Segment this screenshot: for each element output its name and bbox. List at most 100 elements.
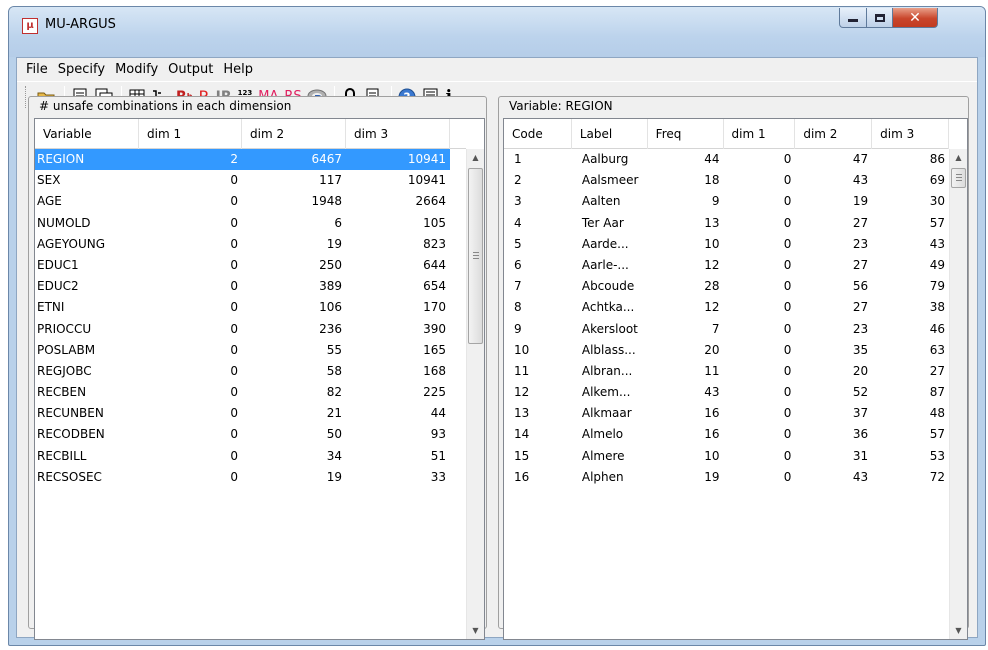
column-header-dim1[interactable]: dim 1 [724, 119, 796, 149]
dim2-cell: 37 [852, 406, 869, 421]
dim2-cell: 27 [852, 215, 869, 230]
menu-specify[interactable]: Specify [53, 62, 110, 77]
variable-name-cell: RECUNBEN [37, 406, 104, 421]
region-codes-table[interactable]: Code Label Freq dim 1 dim 2 dim 3 1 Aalbu… [503, 118, 968, 640]
table-row[interactable]: 2 Aalsmeer 18 0 43 69 [504, 170, 949, 191]
table-row[interactable]: POSLABM 0 55 165 [35, 340, 466, 361]
variable-name-cell: NUMOLD [37, 215, 91, 230]
dim3-cell: 79 [929, 279, 946, 294]
label-cell: Aalten [581, 194, 621, 209]
table-row[interactable]: EDUC1 0 250 644 [35, 255, 466, 276]
label-cell: Almere [581, 448, 625, 463]
dim3-cell: 43 [929, 236, 946, 251]
table-row[interactable]: 1 Aalburg 44 0 47 86 [504, 149, 949, 170]
table-row[interactable]: REGION 2 6467 10941 [35, 149, 466, 171]
dim1-cell: 0 [230, 385, 238, 400]
scroll-up-arrow-icon[interactable]: ▲ [467, 149, 484, 166]
column-header-variable[interactable]: Variable [35, 119, 139, 149]
table-row[interactable]: 5 Aarde... 10 0 23 43 [504, 234, 949, 255]
label-cell: Achtka... [581, 300, 635, 315]
label-cell: Aarle-... [581, 257, 629, 272]
table-row[interactable]: NUMOLD 0 6 105 [35, 213, 466, 234]
dim2-cell: 389 [319, 279, 342, 294]
dim3-cell: 44 [430, 406, 446, 421]
scroll-thumb[interactable] [951, 168, 966, 188]
right-vertical-scrollbar[interactable]: ▲ ▼ [949, 149, 967, 639]
table-row[interactable]: 16 Alphen 19 0 43 72 [504, 467, 949, 488]
column-header-dim1[interactable]: dim 1 [139, 119, 242, 149]
menu-file[interactable]: File [21, 62, 53, 77]
table-row[interactable]: 3 Aalten 9 0 19 30 [504, 191, 949, 212]
minimize-button[interactable] [839, 8, 867, 28]
table-row[interactable]: AGEYOUNG 0 19 823 [35, 234, 466, 255]
code-cell: 9 [514, 321, 522, 336]
table-row[interactable]: 7 Abcoude 28 0 56 79 [504, 276, 949, 297]
table-row[interactable]: 13 Alkmaar 16 0 37 48 [504, 403, 949, 424]
dim3-cell: 170 [423, 300, 446, 315]
scroll-thumb[interactable] [468, 168, 483, 344]
column-header-dim3[interactable]: dim 3 [872, 119, 949, 149]
variable-name-cell: RECSOSEC [37, 469, 102, 484]
dim2-cell: 236 [319, 321, 342, 336]
table-row[interactable]: 11 Albran... 11 0 20 27 [504, 361, 949, 382]
code-cell: 14 [514, 427, 530, 442]
dim2-cell: 35 [852, 342, 869, 357]
table-row[interactable]: 14 Almelo 16 0 36 57 [504, 424, 949, 445]
table-row[interactable]: 12 Alkem... 43 0 52 87 [504, 382, 949, 403]
dim2-cell: 34 [326, 448, 342, 463]
table-row[interactable]: 15 Almere 10 0 31 53 [504, 446, 949, 467]
menu-modify[interactable]: Modify [110, 62, 163, 77]
dim3-cell: 27 [929, 363, 946, 378]
main-window: µ MU-ARGUS ✕ File Specify Modify Output … [8, 6, 986, 646]
mu-argus-app-icon[interactable]: µ [22, 18, 38, 34]
code-cell: 13 [514, 406, 530, 421]
label-cell: Alkem... [581, 385, 631, 400]
freq-cell: 16 [704, 406, 720, 421]
dim3-cell: 390 [423, 321, 446, 336]
scroll-down-arrow-icon[interactable]: ▼ [467, 622, 484, 639]
column-header-dim3[interactable]: dim 3 [346, 119, 450, 149]
column-header-freq[interactable]: Freq [648, 119, 724, 149]
code-cell: 11 [514, 363, 530, 378]
dim2-cell: 36 [852, 427, 869, 442]
table-row[interactable]: SEX 0 117 10941 [35, 170, 466, 191]
maximize-button[interactable] [866, 8, 893, 28]
dim1-cell: 0 [230, 215, 238, 230]
table-row[interactable]: RECBILL 0 34 51 [35, 446, 466, 467]
scroll-up-arrow-icon[interactable]: ▲ [950, 149, 967, 166]
column-header-label[interactable]: Label [572, 119, 648, 149]
menu-help[interactable]: Help [218, 62, 258, 77]
table-row[interactable]: AGE 0 1948 2664 [35, 191, 466, 212]
table-row[interactable]: 4 Ter Aar 13 0 27 57 [504, 213, 949, 234]
freq-cell: 16 [704, 427, 720, 442]
dim2-cell: 106 [319, 300, 342, 315]
column-header-code[interactable]: Code [504, 119, 572, 149]
table-row[interactable]: RECBEN 0 82 225 [35, 382, 466, 403]
table-row[interactable]: 8 Achtka... 12 0 27 38 [504, 297, 949, 318]
unsafe-combinations-table[interactable]: Variable dim 1 dim 2 dim 3 REGION 2 6467 10… [34, 118, 485, 640]
label-cell: Albran... [581, 363, 633, 378]
table-row[interactable]: 9 Akersloot 7 0 23 46 [504, 319, 949, 340]
column-header-dim2[interactable]: dim 2 [795, 119, 873, 149]
table-row[interactable]: RECUNBEN 0 21 44 [35, 403, 466, 424]
menu-output[interactable]: Output [163, 62, 218, 77]
freq-cell: 9 [711, 194, 720, 209]
table-row[interactable]: EDUC2 0 389 654 [35, 276, 466, 297]
table-row[interactable]: RECSOSEC 0 19 33 [35, 467, 466, 488]
title-bar[interactable]: µ MU-ARGUS ✕ [9, 7, 985, 57]
left-vertical-scrollbar[interactable]: ▲ ▼ [466, 149, 484, 639]
table-row[interactable]: ETNI 0 106 170 [35, 297, 466, 318]
freq-cell: 43 [704, 385, 720, 400]
table-row[interactable]: RECODBEN 0 50 93 [35, 424, 466, 445]
scroll-down-arrow-icon[interactable]: ▼ [950, 622, 967, 639]
table-row[interactable]: REGJOBC 0 58 168 [35, 361, 466, 382]
close-button[interactable]: ✕ [892, 8, 938, 28]
column-header-dim2[interactable]: dim 2 [242, 119, 346, 149]
table-row[interactable]: 10 Alblass... 20 0 35 63 [504, 340, 949, 361]
dim3-cell: 654 [423, 279, 446, 294]
table-row[interactable]: 6 Aarle-... 12 0 27 49 [504, 255, 949, 276]
table-row[interactable]: PRIOCCU 0 236 390 [35, 319, 466, 340]
code-cell: 12 [514, 385, 530, 400]
dim3-cell: 38 [929, 300, 946, 315]
dim1-cell: 0 [783, 236, 792, 251]
